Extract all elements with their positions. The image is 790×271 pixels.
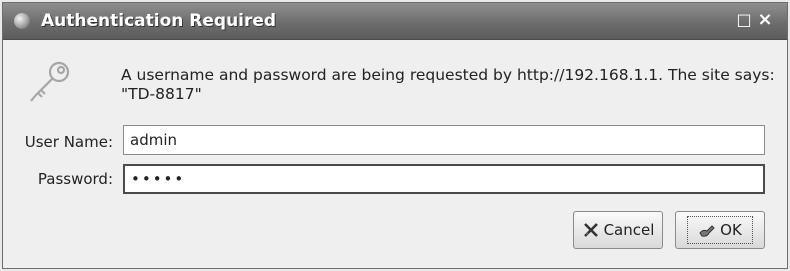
username-label: User Name: — [24, 133, 113, 151]
auth-dialog: Authentication Required □ × A username a… — [2, 2, 788, 269]
ok-focus-ring: OK — [687, 216, 753, 244]
cancel-icon — [583, 223, 598, 237]
cancel-label: Cancel — [603, 221, 655, 239]
auth-message: A username and password are being reques… — [121, 66, 775, 103]
ok-button[interactable]: OK — [675, 211, 765, 249]
title-bar[interactable]: Authentication Required □ × — [3, 3, 787, 40]
maximize-button[interactable]: □ — [735, 11, 753, 29]
password-field[interactable] — [123, 164, 765, 194]
key-icon — [30, 61, 70, 102]
app-icon — [14, 13, 30, 29]
cancel-button[interactable]: Cancel — [573, 211, 663, 249]
username-field[interactable] — [123, 125, 765, 155]
ok-icon — [699, 225, 715, 237]
password-label: Password: — [37, 170, 113, 188]
window-title: Authentication Required — [41, 11, 277, 31]
close-button[interactable]: × — [756, 11, 774, 29]
ok-label: OK — [720, 221, 742, 239]
